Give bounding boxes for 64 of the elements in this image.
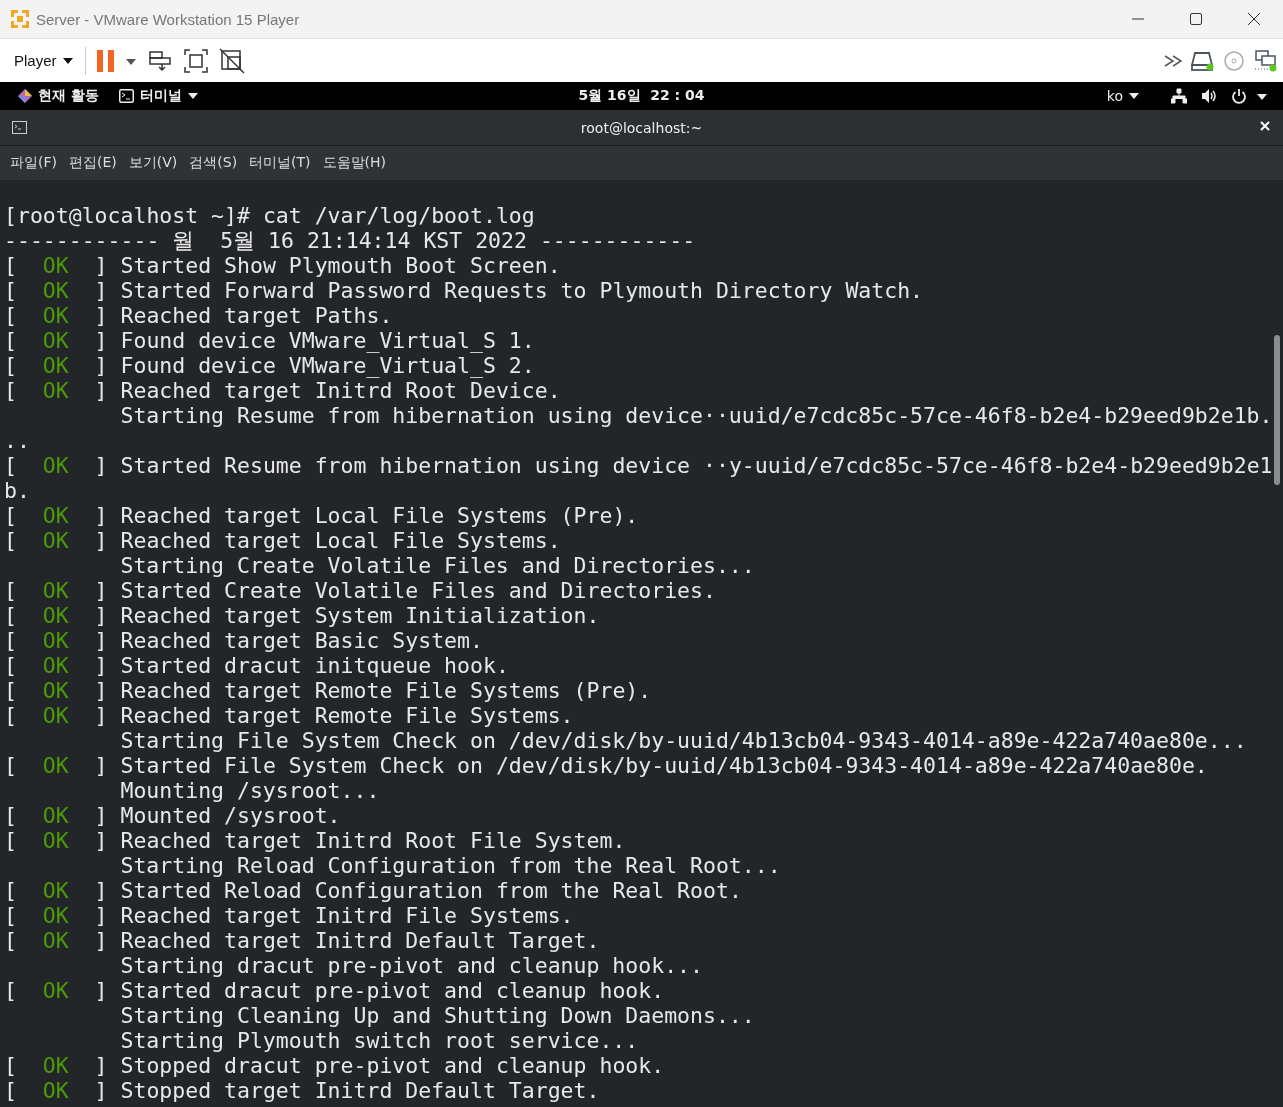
hard-disk-icon[interactable] [1191,49,1215,72]
log-line: [ OK ] Reached target Initrd Root File System. [4,828,626,853]
network-icon[interactable] [1171,88,1187,104]
input-method-menu[interactable]: ko [1102,88,1143,104]
close-icon [1259,120,1271,132]
double-chevron-icon[interactable] [1164,53,1184,68]
log-line: Starting Reload Configuration from the Real Root... [119,853,781,878]
caret-icon [187,93,198,99]
log-line: [ OK ] Started Reload Configuration from the Real Root. [4,878,742,903]
log-line: Starting Cleaning Up and Shutting Down Daemons... [119,1003,755,1028]
log-line: [ OK ] Stopped dracut pre-pivot and cleanup hook. [4,1053,665,1078]
log-line: [ OK ] Reached target Basic System. [4,628,483,653]
menu-item[interactable]: 편집(E) [63,152,123,174]
fullscreen-icon[interactable] [181,46,210,75]
app-logo-icon [10,9,30,29]
volume-icon[interactable] [1201,88,1217,104]
power-menu-icon[interactable] [1231,88,1267,104]
menu-item[interactable]: 파일(F) [4,152,63,174]
log-line: Starting File System Check on /dev/disk/by-uuid/4b13cb04-9343-4014-a89e-422a740ae80e... [119,728,1247,753]
activities-button[interactable]: 현재 활동 [14,87,103,105]
log-line: [ OK ] Reached target Initrd Default Target. [4,928,600,953]
log-line: .. [4,428,30,453]
clock[interactable]: 5월 16일 22 : 04 [578,87,705,103]
log-line: [ OK ] Found device VMware_Virtual_S 1. [4,328,535,353]
scrollbar-thumb[interactable] [1274,335,1280,485]
log-line: Starting Plymouth switch root service... [119,1028,639,1053]
caret-icon [62,57,73,64]
terminal-title: root@localhost:~ [580,119,703,136]
log-line: [ OK ] Reached target Paths. [4,303,393,328]
log-line: [ OK ] Started dracut initqueue hook. [4,653,509,678]
log-line: [ OK ] Reached target Remote File Systems (Pre). [4,678,652,703]
log-line: [root@localhost ~]# cat /var/log/boot.log [4,203,535,228]
log-line: [ OK ] Reached target Initrd File Systems. [4,903,574,928]
window-title: Server - VMware Workstation 15 Player [36,10,300,28]
log-line: [ OK ] Reached target Local File Systems (Pre). [4,503,639,528]
menu-item[interactable]: 검색(S) [183,152,244,174]
log-line: [ OK ] Reached target Local File Systems. [4,528,561,553]
log-line: [ OK ] Reached target Initrd Root Device. [4,378,561,403]
log-line: b. [4,478,30,503]
log-line: [ OK ] Started Show Plymouth Boot Screen. [4,253,561,278]
terminal-icon [12,121,27,134]
log-line: [ OK ] Started Create Volatile Files and Directories. [4,578,716,603]
log-line: Starting Resume from hibernation using device··uuid/e7cdc85c-57ce-46f8-b2e4-b29eed9b2e1b. [119,403,1273,428]
terminal-app-menu[interactable]: 터미널 [114,87,202,105]
activities-icon [18,89,32,103]
terminal-icon [118,89,134,103]
menu-item[interactable]: 터미널(T) [243,152,317,174]
log-line: Mounting /sysroot... [119,778,380,803]
log-line: [ OK ] Started Resume from hibernation using device ··y-uuid/e7cdc85c-57ce-46f8-b2e4-b29eed9b2e1 [4,453,1273,478]
player-menu-button[interactable]: Player [8,48,79,73]
menu-item[interactable]: 보기(V) [122,152,184,174]
log-line: [ OK ] Mounted /sysroot. [4,803,341,828]
log-line: [ OK ] Started File System Check on /dev/disk/by-uuid/4b13cb04-9343-4014-a89e-422a740ae80e. [4,753,1208,778]
log-line: Starting Create Volatile Files and Directories... [119,553,755,578]
menu-item[interactable]: 도움말(H) [316,152,393,174]
caret-icon [1129,93,1139,99]
log-line: [ OK ] Reached target System Initialization. [4,603,600,628]
log-line: [ OK ] Started Forward Password Requests to Plymouth Directory Watch. [4,278,924,303]
log-line: [ OK ] Found device VMware_Virtual_S 2. [4,353,535,378]
log-line: ------------ 월 5월 16 21:14:14 KST 2022 ------------ [4,228,696,253]
log-line: Starting dracut pre-pivot and cleanup hook... [119,953,703,978]
log-line: [ OK ] Reached target Remote File Systems. [4,703,574,728]
log-line: [ OK ] Stopped target Initrd Default Target. [4,1078,600,1103]
log-line: [ OK ] Started dracut pre-pivot and cleanup hook. [4,978,665,1003]
